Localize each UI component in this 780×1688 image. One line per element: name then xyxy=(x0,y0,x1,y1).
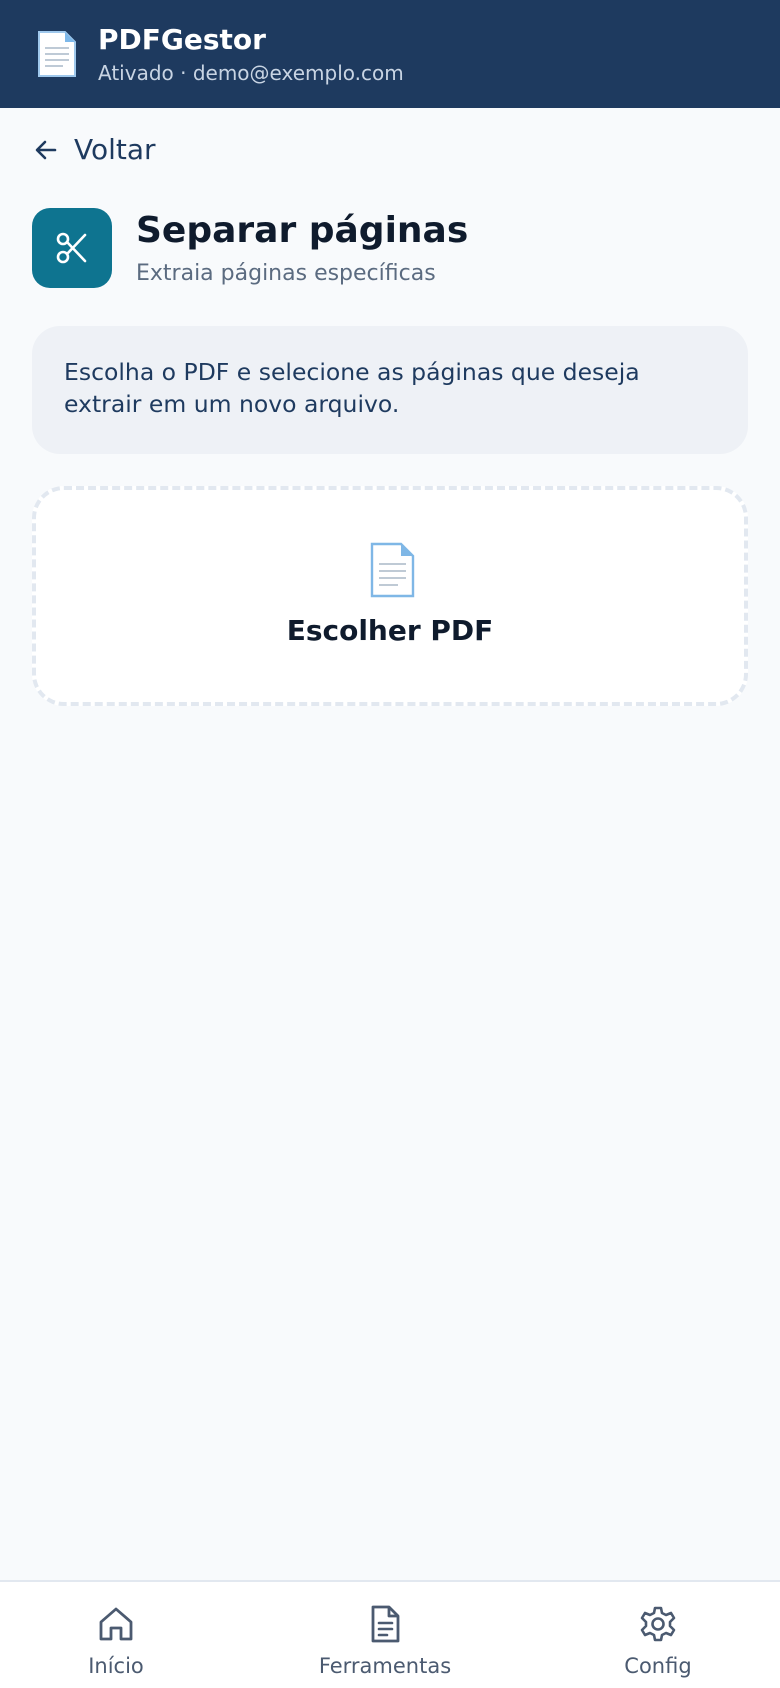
nav-item-config[interactable]: Config xyxy=(598,1582,718,1688)
nav-item-inicio[interactable]: Início xyxy=(56,1582,176,1688)
app-header: PDFGestor Ativado · demo@exemplo.com xyxy=(0,0,780,108)
back-label: Voltar xyxy=(74,133,156,166)
account-status: Ativado · demo@exemplo.com xyxy=(98,61,404,85)
nav-label-inicio: Início xyxy=(88,1654,144,1678)
nav-label-ferramentas: Ferramentas xyxy=(318,1654,452,1678)
file-text-icon xyxy=(371,1605,400,1643)
choose-pdf-label: Escolher PDF xyxy=(286,614,494,647)
app-title: PDFGestor xyxy=(98,23,266,56)
tool-icon-tile xyxy=(32,208,112,288)
arrow-left-icon xyxy=(35,140,57,160)
gear-icon xyxy=(640,1606,676,1642)
page-subtitle: Extraia páginas específicas xyxy=(136,261,436,286)
bottom-nav: Início Ferramentas Config xyxy=(0,1580,780,1688)
home-icon xyxy=(99,1607,133,1641)
info-text: Escolha o PDF e selecione as páginas que… xyxy=(64,358,640,418)
document-icon xyxy=(370,542,415,598)
nav-item-ferramentas[interactable]: Ferramentas xyxy=(310,1582,460,1688)
nav-label-config: Config xyxy=(624,1654,692,1678)
info-card: Escolha o PDF e selecione as páginas que… xyxy=(32,326,748,454)
scissors-icon xyxy=(56,232,87,264)
choose-pdf-button[interactable]: Escolher PDF xyxy=(32,486,748,706)
back-button[interactable]: Voltar xyxy=(32,130,156,170)
document-icon xyxy=(38,31,76,77)
page-title: Separar páginas xyxy=(136,210,469,251)
